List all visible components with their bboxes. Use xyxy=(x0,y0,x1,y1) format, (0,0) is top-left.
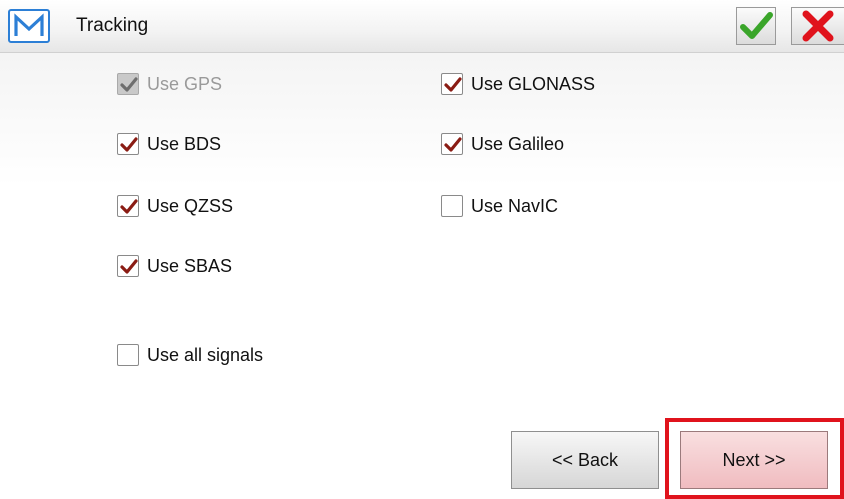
app-logo-icon xyxy=(8,9,50,43)
next-button-highlight xyxy=(665,418,844,499)
window-title: Tracking xyxy=(76,15,149,36)
navic-option[interactable]: Use NavIC xyxy=(441,193,558,219)
cancel-button[interactable] xyxy=(791,7,844,45)
checkmark-icon xyxy=(444,137,462,152)
glonass-checkbox[interactable] xyxy=(441,73,463,95)
all-signals-label: Use all signals xyxy=(147,344,264,365)
navic-checkbox[interactable] xyxy=(441,195,463,217)
gps-checkbox[interactable] xyxy=(117,73,139,95)
checkmark-icon xyxy=(120,77,138,92)
all-signals-option[interactable]: Use all signals xyxy=(117,342,263,368)
gps-option[interactable]: Use GPS xyxy=(117,71,222,97)
galileo-checkbox[interactable] xyxy=(441,133,463,155)
glonass-option[interactable]: Use GLONASS xyxy=(441,71,595,97)
checkmark-icon xyxy=(120,259,138,274)
galileo-option[interactable]: Use Galileo xyxy=(441,131,564,157)
gps-label: Use GPS xyxy=(147,73,223,94)
checkmark-icon xyxy=(444,77,462,92)
sbas-label: Use SBAS xyxy=(147,255,233,276)
checkmark-icon xyxy=(120,137,138,152)
ok-button[interactable] xyxy=(736,7,776,45)
bds-option[interactable]: Use BDS xyxy=(117,131,221,157)
qzss-label: Use QZSS xyxy=(147,195,234,216)
bds-checkbox[interactable] xyxy=(117,133,139,155)
glonass-label: Use GLONASS xyxy=(471,73,596,94)
sbas-checkbox[interactable] xyxy=(117,255,139,277)
galileo-label: Use Galileo xyxy=(471,133,565,154)
checkmark-icon xyxy=(120,199,138,214)
navic-label: Use NavIC xyxy=(471,195,559,216)
back-button[interactable]: << Back xyxy=(511,431,659,489)
qzss-checkbox[interactable] xyxy=(117,195,139,217)
sbas-option[interactable]: Use SBAS xyxy=(117,253,232,279)
bds-label: Use BDS xyxy=(147,133,222,154)
qzss-option[interactable]: Use QZSS xyxy=(117,193,233,219)
all-signals-checkbox[interactable] xyxy=(117,344,139,366)
title-bar: Tracking xyxy=(0,0,844,53)
